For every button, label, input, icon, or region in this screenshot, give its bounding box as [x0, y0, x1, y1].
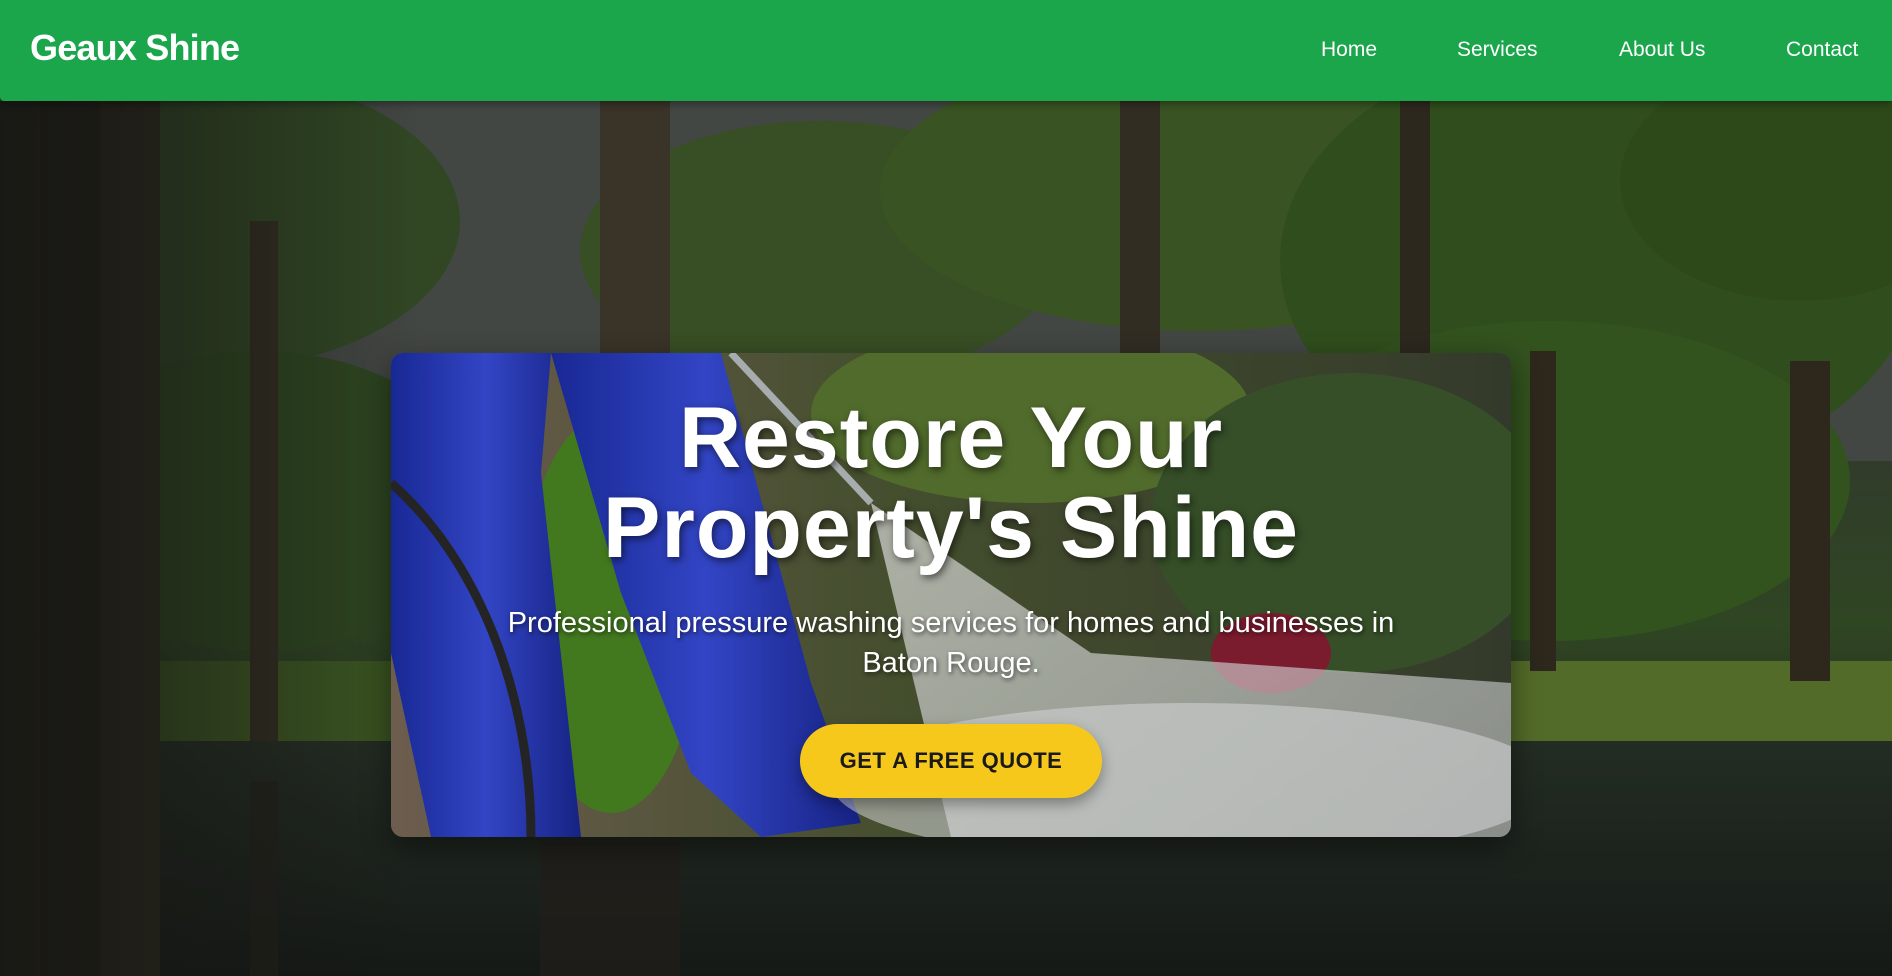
- get-free-quote-button[interactable]: GET A FREE QUOTE: [800, 724, 1102, 798]
- hero-title: Restore Your Property's Shine: [391, 393, 1511, 573]
- hero-subtitle: Professional pressure washing services f…: [451, 603, 1451, 683]
- hero-subtitle-line-1: Professional pressure washing services f…: [507, 607, 1395, 639]
- hero-card: Restore Your Property's Shine Profession…: [391, 353, 1511, 837]
- hero-subtitle-line-2: Baton Rouge.: [862, 647, 1040, 679]
- nav-link-contact[interactable]: Contact: [1786, 38, 1858, 62]
- site-header: Geaux Shine Home Services About Us Conta…: [0, 0, 1892, 101]
- hero-title-line-2: Property's Shine: [603, 480, 1299, 576]
- nav-link-home[interactable]: Home: [1321, 38, 1377, 62]
- brand-logo[interactable]: Geaux Shine: [30, 27, 240, 69]
- nav-link-services[interactable]: Services: [1457, 38, 1538, 62]
- hero-title-line-1: Restore Your: [678, 390, 1224, 486]
- nav-link-about-us[interactable]: About Us: [1619, 38, 1705, 62]
